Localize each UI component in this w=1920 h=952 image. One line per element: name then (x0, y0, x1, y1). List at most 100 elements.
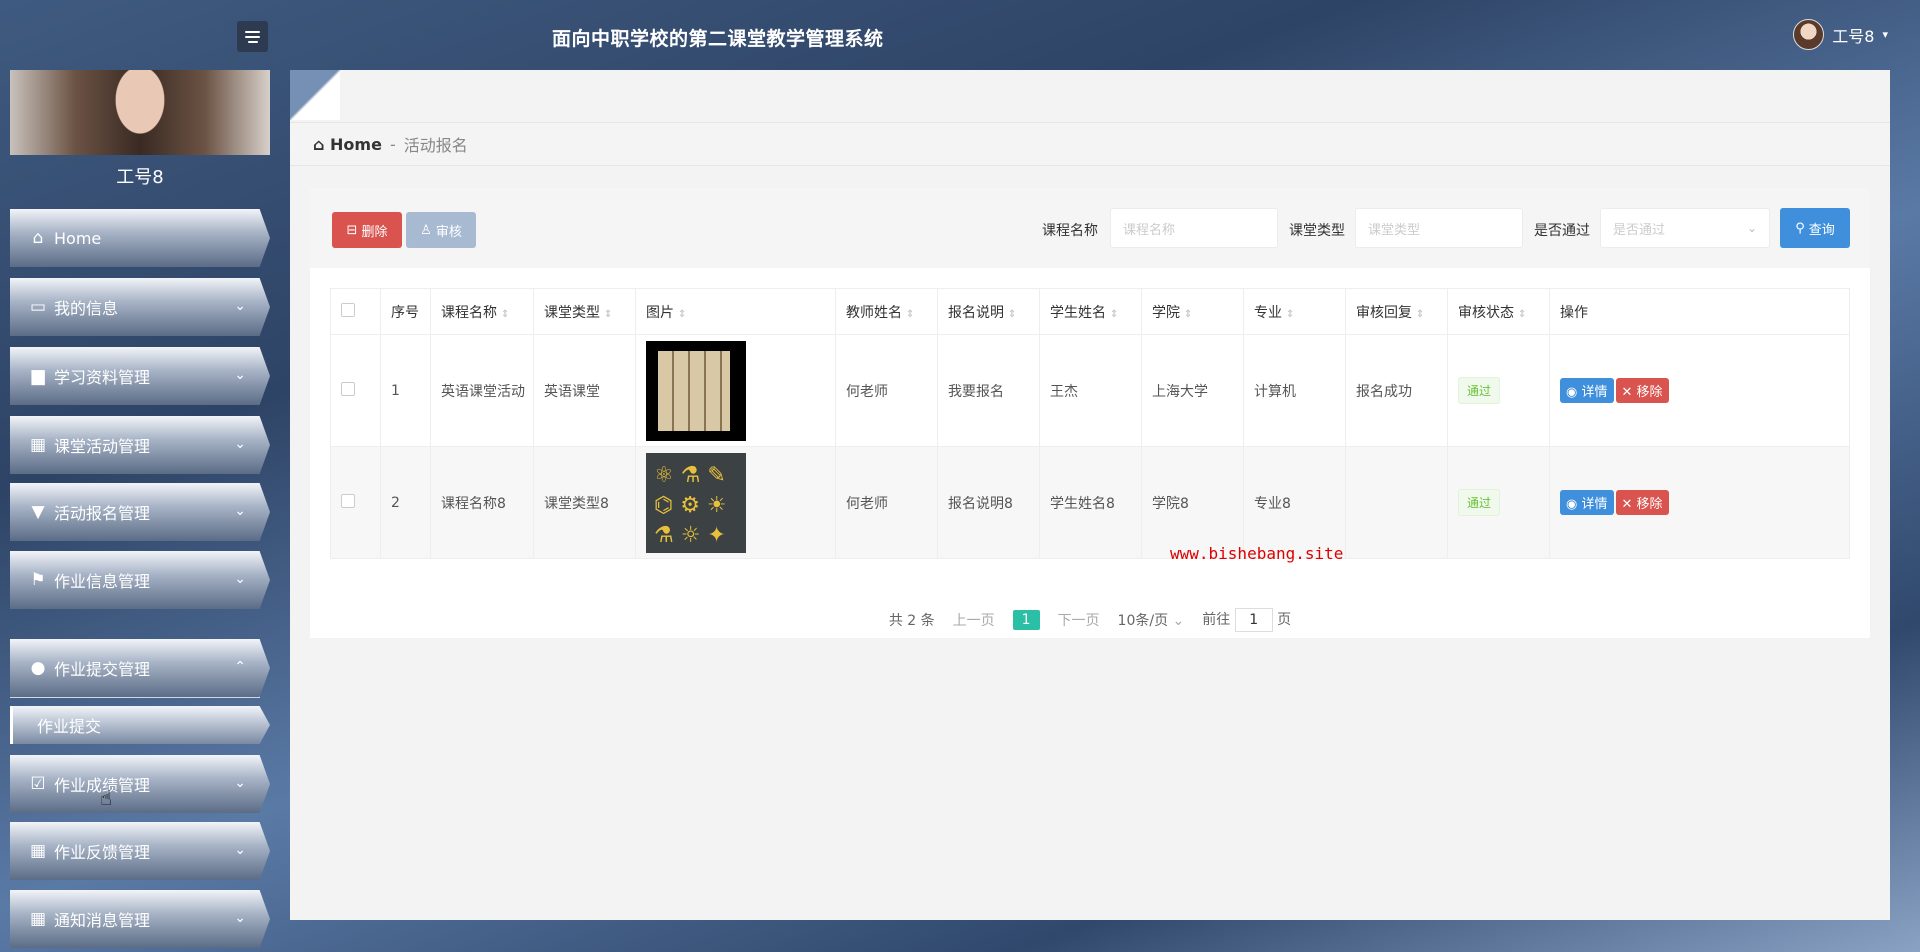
sort-icon: ⇕ (1184, 308, 1193, 320)
prev-page-button[interactable]: 上一页 (953, 610, 995, 630)
books-image[interactable] (646, 340, 746, 441)
sort-icon: ⇕ (1286, 308, 1295, 320)
sidebar-item-label: 我的信息 (54, 299, 119, 318)
science-image[interactable] (646, 452, 746, 553)
goto-page-input[interactable]: 1 (1234, 608, 1273, 632)
class-type-input[interactable]: 课堂类型 (1355, 208, 1523, 248)
sidebar-item-label: 活动报名管理 (54, 504, 151, 523)
column-header[interactable]: 课堂类型 ⇕ (533, 288, 636, 335)
next-page-button[interactable]: 下一页 (1058, 610, 1100, 630)
toolbar: ⊟ 删除 ♙ 审核 课程名称 课程名称 课堂类型 课堂类型 是否通过 是否通过 … (310, 188, 1870, 268)
status-badge: 通过 (1458, 489, 1501, 516)
cell-note: 报名说明8 (937, 446, 1040, 559)
cell-image (635, 446, 836, 559)
chevron-down-icon: ⌄ (234, 775, 246, 791)
query-button[interactable]: ⚲ 查询 (1780, 208, 1850, 248)
table-row: 1 英语课堂活动 英语课堂 何老师 我要报名 王杰 上海大学 计算机 报名成功 … (330, 334, 1850, 447)
cell-image (635, 334, 836, 447)
eye-icon: ◉ (1566, 497, 1578, 512)
breadcrumb-separator: - (389, 134, 396, 154)
hand-cursor-icon: ☝ (100, 786, 113, 810)
sort-icon: ⇕ (1518, 308, 1527, 320)
menu-toggle-icon[interactable] (237, 21, 268, 52)
row-checkbox[interactable] (330, 334, 381, 447)
detail-button[interactable]: ◉ 详情 (1560, 378, 1614, 403)
sidebar-item-home[interactable]: ⌂ Home (10, 209, 270, 267)
system-title: 面向中职学校的第二课堂教学管理系统 (552, 28, 884, 50)
column-header: 序号 (380, 288, 431, 335)
sidebar-item-notifications[interactable]: ▦ 通知消息管理 ⌄ (10, 890, 270, 948)
remove-button[interactable]: ✕ 移除 (1615, 490, 1669, 515)
sidebar-item-label: 作业信息管理 (54, 572, 151, 591)
data-table: 序号 课程名称 ⇕ 课堂类型 ⇕ 图片 ⇕ 教师姓名 ⇕ 报名说明 ⇕ 学生姓名 ⇕ 学院 ⇕… (330, 288, 1850, 559)
sidebar-item-homework-feedback[interactable]: ▦ 作业反馈管理 ⌄ (10, 822, 270, 880)
page-size-select[interactable]: 10条/页 ⌄ (1118, 610, 1185, 630)
sidebar-subitem-label: 作业提交 (37, 717, 102, 736)
sidebar-item-activity-signup[interactable]: ▼ 活动报名管理 ⌄ (10, 483, 270, 541)
chevron-down-icon: ⌄ (234, 367, 246, 383)
cell-college: 上海大学 (1141, 334, 1244, 447)
pager-total: 共 2 条 (888, 613, 935, 629)
main-content: ⌂ Home - 活动报名 ⊟ 删除 ♙ 审核 课程名称 课程名称 课堂类型 课… (290, 70, 1890, 920)
cell-note: 我要报名 (937, 334, 1040, 447)
close-icon: ✕ (1621, 497, 1633, 512)
chevron-down-icon: ⌄ (234, 298, 246, 314)
detail-button[interactable]: ◉ 详情 (1560, 490, 1614, 515)
sort-icon: ⇕ (1416, 308, 1425, 320)
brush-icon: ▼ (31, 502, 45, 522)
delete-button[interactable]: ⊟ 删除 (332, 212, 402, 248)
column-header[interactable]: 学生姓名 ⇕ (1039, 288, 1142, 335)
passed-label: 是否通过 (1534, 223, 1590, 239)
sidebar-item-homework-submit[interactable]: ● 作业提交管理 ⌃ (10, 639, 270, 697)
sidebar-item-homework-info[interactable]: ⚑ 作业信息管理 ⌄ (10, 551, 270, 609)
sidebar-item-class-activity[interactable]: ▦ 课堂活动管理 ⌄ (10, 416, 270, 474)
column-header[interactable]: 教师姓名 ⇕ (835, 288, 938, 335)
top-bar: 面向中职学校的第二课堂教学管理系统 工号8 ▾ (0, 0, 1920, 70)
page-number-current[interactable]: 1 (1012, 610, 1040, 630)
column-header[interactable]: 学院 ⇕ (1141, 288, 1244, 335)
column-header[interactable]: 课程名称 ⇕ (430, 288, 534, 335)
column-header[interactable]: 审核状态 ⇕ (1447, 288, 1550, 335)
course-name-input[interactable]: 课程名称 (1110, 208, 1278, 248)
column-header[interactable]: 报名说明 ⇕ (937, 288, 1040, 335)
status-badge: 通过 (1458, 377, 1501, 404)
search-icon: ⚲ (1795, 220, 1805, 236)
sidebar-item-homework-grades[interactable]: ☑ 作业成绩管理 ⌄ (10, 755, 270, 813)
user-menu[interactable]: 工号8 ▾ (1793, 19, 1888, 50)
chevron-down-icon: ⌄ (234, 571, 246, 587)
audit-button[interactable]: ♙ 审核 (406, 212, 476, 248)
sort-icon: ⇕ (1110, 308, 1119, 320)
breadcrumb-home[interactable]: ⌂ Home (313, 135, 382, 154)
column-header[interactable]: 图片 ⇕ (635, 288, 836, 335)
cell-actions: ◉ 详情 ✕ 移除 (1549, 446, 1850, 559)
class-type-label: 课堂类型 (1289, 223, 1345, 239)
username[interactable]: 工号8 (1832, 23, 1874, 47)
column-header[interactable]: 专业 ⇕ (1243, 288, 1346, 335)
sidebar-item-my-info[interactable]: ▭ 我的信息 ⌄ (10, 278, 270, 336)
profile-photo (10, 70, 270, 155)
avatar[interactable] (1793, 19, 1825, 50)
cell-reply: 报名成功 (1345, 334, 1448, 447)
remove-button[interactable]: ✕ 移除 (1615, 378, 1669, 403)
page-fold-decoration (290, 70, 340, 120)
cell-student: 学生姓名8 (1039, 446, 1142, 559)
cell-teacher: 何老师 (835, 334, 938, 447)
briefcase-icon: ▆ (31, 366, 45, 386)
sidebar-subitem-homework-submit[interactable]: 作业提交 (10, 706, 270, 744)
table-row: 2 课程名称8 课堂类型8 何老师 报名说明8 学生姓名8 学院8 专业8 通过… (330, 446, 1850, 559)
breadcrumb: ⌂ Home - 活动报名 (290, 122, 1890, 166)
minus-square-icon: ⊟ (346, 222, 358, 238)
cell-reply (1345, 446, 1448, 559)
column-header[interactable]: 审核回复 ⇕ (1345, 288, 1448, 335)
sidebar-item-study-materials[interactable]: ▆ 学习资料管理 ⌄ (10, 347, 270, 405)
select-all-checkbox[interactable] (330, 288, 381, 335)
caret-down-icon[interactable]: ▾ (1882, 28, 1888, 41)
cell-major: 专业8 (1243, 446, 1346, 559)
eye-icon: ◉ (1566, 385, 1578, 400)
chevron-down-icon: ⌄ (1746, 221, 1757, 235)
chevron-down-icon: ⌄ (234, 503, 246, 519)
grid-icon: ▦ (29, 841, 47, 861)
cell-course: 课程名称8 (430, 446, 534, 559)
row-checkbox[interactable] (330, 446, 381, 559)
passed-select[interactable]: 是否通过 ⌄ (1600, 208, 1770, 248)
